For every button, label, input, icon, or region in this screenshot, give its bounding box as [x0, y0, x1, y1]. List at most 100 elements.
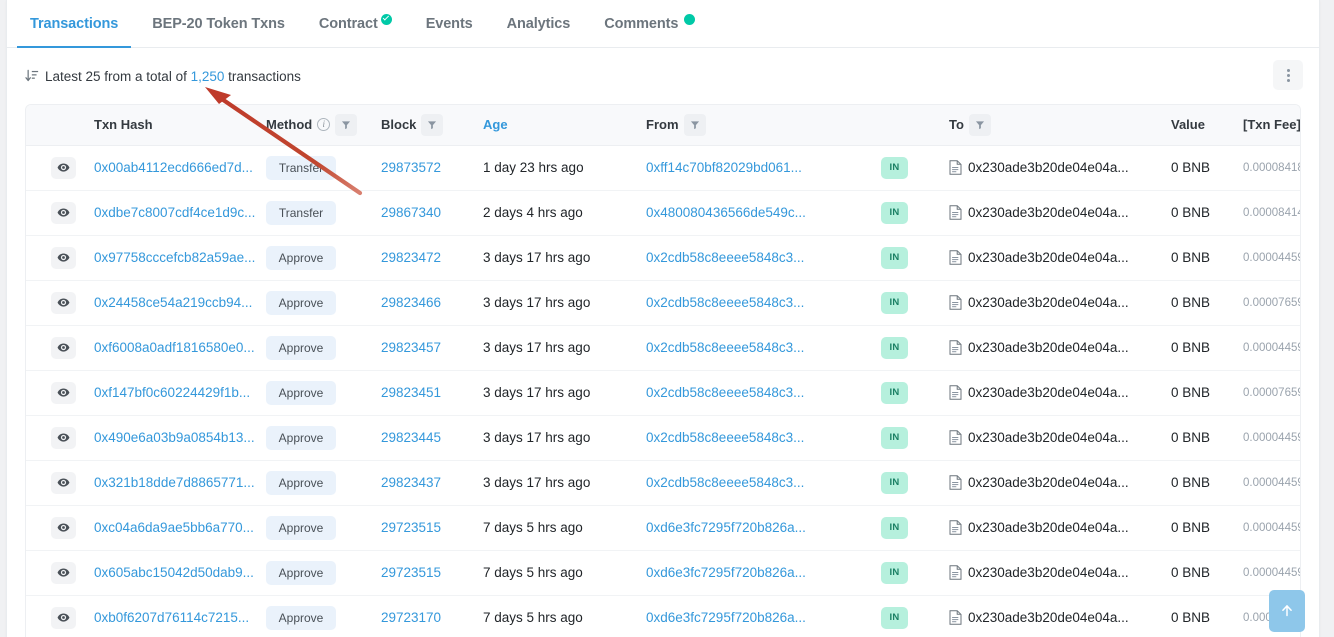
txn-fee-cell: 0.000076596 [1243, 386, 1300, 399]
from-address-link[interactable]: 0xd6e3fc7295f720b826a... [646, 610, 806, 625]
verified-check-icon [380, 13, 392, 25]
eye-icon[interactable] [51, 516, 76, 539]
from-cell: 0xff14c70bf82029bd061... [646, 145, 881, 190]
block-cell: 29823445 [381, 415, 483, 460]
filter-icon[interactable] [335, 113, 358, 136]
txn-hash-cell: 0xc04a6da9ae5bb6a770... [76, 505, 266, 550]
txn-hash-link[interactable]: 0x97758cccefcb82a59ae... [94, 250, 255, 265]
tab-events[interactable]: Events [409, 0, 490, 47]
txn-hash-link[interactable]: 0xb0f6207d76114c7215... [94, 610, 249, 625]
block-link[interactable]: 29823451 [381, 385, 441, 400]
method-cell: Transfer [266, 145, 381, 190]
tab-comments[interactable]: Comments [587, 0, 712, 47]
table-row: 0xdbe7c8007cdf4ce1d9c... Transfer 29867340… [26, 190, 1300, 235]
column-header-to[interactable]: To [939, 105, 1171, 146]
eye-icon[interactable] [51, 246, 76, 269]
table-row: 0xb0f6207d76114c7215... Approve 29723170 7 … [26, 595, 1300, 637]
eye-icon[interactable] [51, 201, 76, 224]
from-address-link[interactable]: 0x2cdb58c8eeee5848c3... [646, 430, 804, 445]
txn-hash-link[interactable]: 0x321b18dde7d8865771... [94, 475, 255, 490]
transaction-count-summary: Latest 25 from a total of 1,250 transact… [45, 69, 301, 84]
block-link[interactable]: 29723515 [381, 565, 441, 580]
direction-cell: IN [881, 190, 939, 235]
to-address-text: 0x230ade3b20de04e04a... [968, 475, 1129, 490]
eye-icon[interactable] [51, 426, 76, 449]
column-header-method[interactable]: Method i [266, 105, 381, 146]
direction-badge: IN [881, 201, 908, 224]
filter-icon[interactable] [683, 113, 706, 136]
block-link[interactable]: 29823437 [381, 475, 441, 490]
method-badge: Approve [266, 560, 336, 585]
from-address-link[interactable]: 0xd6e3fc7295f720b826a... [646, 520, 806, 535]
block-link[interactable]: 29823472 [381, 250, 441, 265]
value-cell: 0 BNB [1171, 610, 1211, 625]
contract-document-icon [949, 430, 962, 445]
transactions-table: Txn Hash Method i Block Age From To Value [Txn F… [26, 105, 1300, 637]
block-link[interactable]: 29873572 [381, 160, 441, 175]
txn-hash-link[interactable]: 0x490e6a03b9a0854b13... [94, 430, 255, 445]
value-cell: 0 BNB [1171, 385, 1211, 400]
txn-hash-link[interactable]: 0x605abc15042d50dab9... [94, 565, 254, 580]
filter-icon[interactable] [968, 113, 991, 136]
table-row: 0xf6008a0adf1816580e0... Approve 29823457 3… [26, 325, 1300, 370]
scroll-to-top-button[interactable] [1269, 590, 1305, 632]
from-address-link[interactable]: 0x480080436566de549c... [646, 205, 806, 220]
kebab-menu-button[interactable] [1273, 60, 1303, 90]
txn-hash-link[interactable]: 0x24458ce54a219ccb94... [94, 295, 252, 310]
from-address-link[interactable]: 0x2cdb58c8eeee5848c3... [646, 250, 804, 265]
block-link[interactable]: 29823457 [381, 340, 441, 355]
contract-document-icon [949, 295, 962, 310]
eye-icon[interactable] [51, 381, 76, 404]
column-header-value[interactable]: Value [1171, 105, 1243, 146]
tab-analytics[interactable]: Analytics [490, 0, 588, 47]
column-header-label: To [949, 117, 964, 133]
eye-icon[interactable] [51, 291, 76, 314]
summary-bar: Latest 25 from a total of 1,250 transact… [7, 48, 1319, 104]
from-address-link[interactable]: 0x2cdb58c8eeee5848c3... [646, 385, 804, 400]
txn-hash-link[interactable]: 0xdbe7c8007cdf4ce1d9c... [94, 205, 255, 220]
eye-icon[interactable] [51, 561, 76, 584]
from-address-link[interactable]: 0x2cdb58c8eeee5848c3... [646, 475, 804, 490]
column-header-block[interactable]: Block [381, 105, 483, 146]
from-cell: 0x2cdb58c8eeee5848c3... [646, 235, 881, 280]
from-address-link[interactable]: 0xd6e3fc7295f720b826a... [646, 565, 806, 580]
block-link[interactable]: 29867340 [381, 205, 441, 220]
eye-icon[interactable] [51, 606, 76, 629]
info-icon[interactable]: i [317, 118, 331, 132]
block-link[interactable]: 29823466 [381, 295, 441, 310]
txn-hash-link[interactable]: 0xc04a6da9ae5bb6a770... [94, 520, 254, 535]
block-link[interactable]: 29723170 [381, 610, 441, 625]
from-cell: 0x2cdb58c8eeee5848c3... [646, 460, 881, 505]
block-link[interactable]: 29823445 [381, 430, 441, 445]
from-address-link[interactable]: 0x2cdb58c8eeee5848c3... [646, 340, 804, 355]
value-cell: 0 BNB [1171, 340, 1211, 355]
total-transaction-count[interactable]: 1,250 [191, 69, 225, 84]
txn-hash-link[interactable]: 0xf147bf0c60224429f1b... [94, 385, 250, 400]
txn-fee-cell: 0.000044598 [1243, 476, 1300, 489]
to-address-text: 0x230ade3b20de04e04a... [968, 565, 1129, 580]
column-header-hash[interactable]: Txn Hash [76, 105, 266, 146]
column-header-fee[interactable]: [Txn Fee] [1243, 105, 1300, 146]
txn-hash-cell: 0x24458ce54a219ccb94... [76, 280, 266, 325]
block-link[interactable]: 29723515 [381, 520, 441, 535]
tab-bep-20-token-txns[interactable]: BEP-20 Token Txns [135, 0, 302, 47]
tab-contract[interactable]: Contract [302, 0, 409, 47]
eye-icon[interactable] [51, 336, 76, 359]
age-cell: 1 day 23 hrs ago [483, 160, 584, 175]
to-cell: 0x230ade3b20de04e04a... [939, 325, 1171, 370]
eye-icon[interactable] [51, 471, 76, 494]
txn-hash-link[interactable]: 0x00ab4112ecd666ed7d... [94, 160, 253, 175]
transactions-card: Transactions BEP-20 Token Txns Contract Eve… [6, 0, 1320, 637]
column-header-age[interactable]: Age [483, 105, 646, 146]
filter-icon[interactable] [421, 113, 444, 136]
from-address-link[interactable]: 0xff14c70bf82029bd061... [646, 160, 802, 175]
column-header-from[interactable]: From [646, 105, 881, 146]
column-header-label: From [646, 117, 679, 133]
contract-document-icon [949, 385, 962, 400]
column-header-eye [26, 105, 76, 146]
from-address-link[interactable]: 0x2cdb58c8eeee5848c3... [646, 295, 804, 310]
txn-hash-link[interactable]: 0xf6008a0adf1816580e0... [94, 340, 255, 355]
eye-icon[interactable] [51, 156, 76, 179]
direction-badge: IN [881, 336, 908, 359]
tab-transactions[interactable]: Transactions [13, 0, 135, 48]
